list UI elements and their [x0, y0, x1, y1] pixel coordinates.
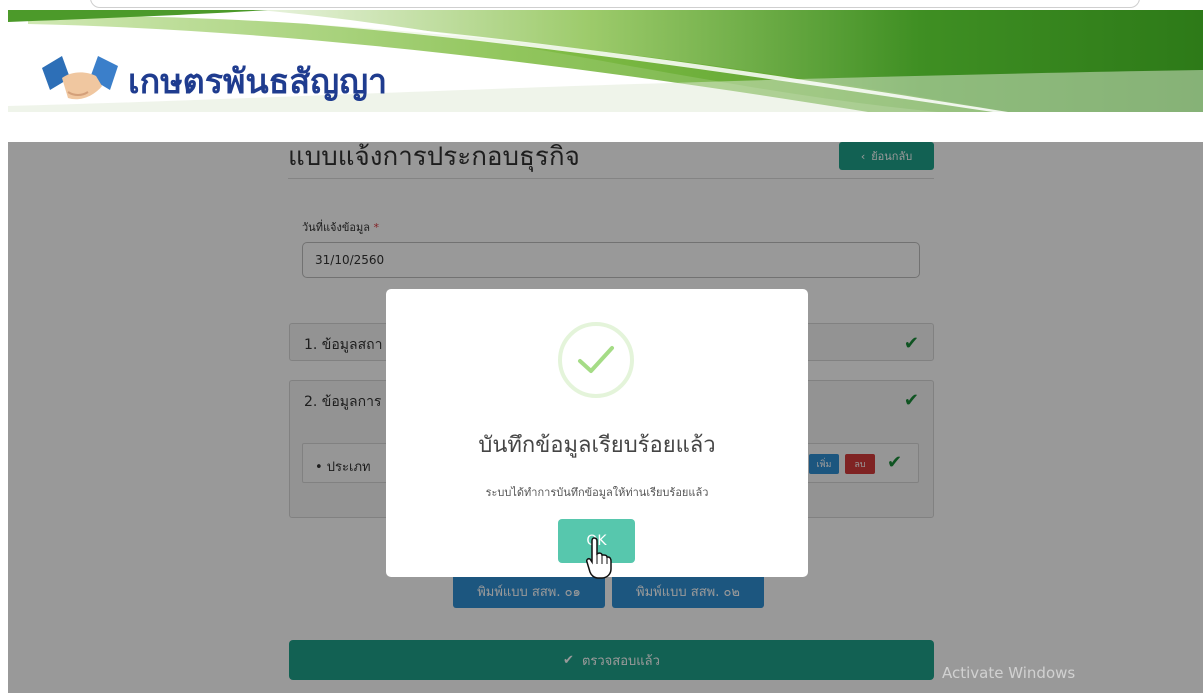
- hand-cursor-icon: [586, 536, 612, 584]
- address-bar-edge: [90, 0, 1140, 8]
- brand-name: เกษตรพันธสัญญา: [128, 62, 388, 102]
- modal-title: บันทึกข้อมูลเรียบร้อยแล้ว: [478, 433, 716, 458]
- success-check-icon: [558, 322, 634, 398]
- windows-activation-watermark: Activate Windows: [942, 664, 1076, 682]
- handshake-icon: [40, 48, 120, 112]
- site-banner: เกษตรพันธสัญญา: [8, 10, 1203, 112]
- success-modal: บันทึกข้อมูลเรียบร้อยแล้ว ระบบได้ทำการบั…: [386, 289, 808, 577]
- modal-message: ระบบได้ทำการบันทึกข้อมูลให้ท่านเรียบร้อย…: [485, 486, 709, 499]
